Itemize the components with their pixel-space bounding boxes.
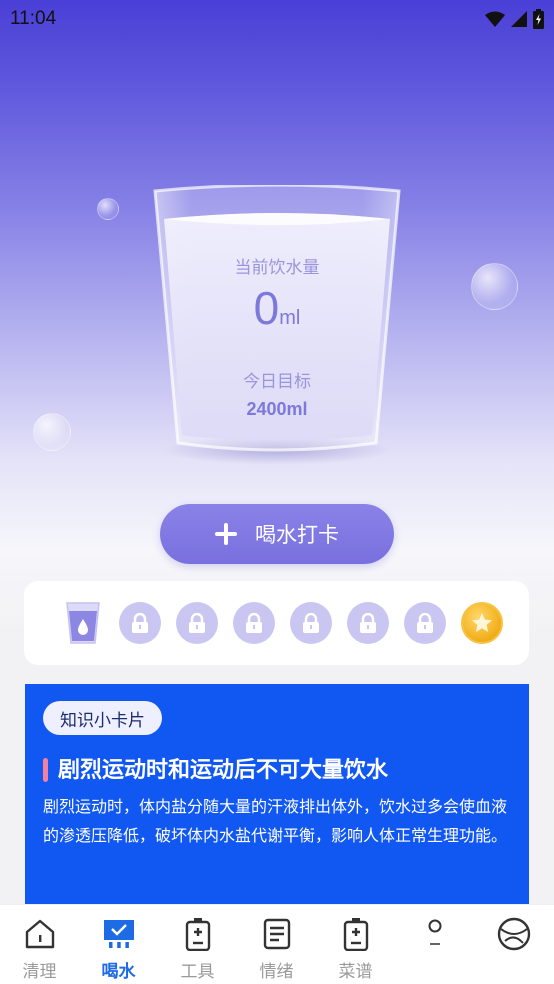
cup-icon — [62, 602, 104, 644]
status-bar: 11:04 — [0, 0, 554, 38]
nav-label: 清理 — [22, 962, 57, 982]
coin-icon — [461, 602, 503, 644]
nav-item-water[interactable]: 喝水 — [79, 905, 158, 984]
document-icon — [263, 917, 291, 951]
nav-label: 菜谱 — [338, 962, 373, 982]
battery-icon — [533, 9, 544, 29]
current-intake-value: 0ml — [150, 281, 404, 335]
home-icon — [24, 917, 56, 951]
bubble-decoration — [471, 263, 518, 310]
status-icons — [485, 9, 544, 29]
knowledge-body: 剧烈运动时，体内盐分随大量的汗液排出体外，饮水过多会使血液的渗透压降低，破坏体内… — [43, 797, 508, 845]
lock-icon — [233, 602, 275, 644]
nav-label: 喝水 — [101, 962, 136, 982]
goal-label: 今日目标 — [243, 372, 311, 392]
progress-card — [24, 581, 529, 665]
current-intake-number: 0 — [253, 282, 280, 334]
bubble-decoration — [33, 413, 71, 451]
status-time: 11:04 — [10, 8, 57, 29]
battery-recipe-icon — [343, 917, 369, 951]
knowledge-title: 剧烈运动时和运动后不可大量饮水 — [58, 758, 389, 783]
checkin-button-label: 喝水打卡 — [255, 523, 339, 547]
nav-item-tools[interactable]: 工具 — [158, 905, 237, 984]
knowledge-tag: 知识小卡片 — [43, 701, 162, 735]
lightbulb-icon — [424, 917, 446, 951]
lock-icon — [290, 602, 332, 644]
current-intake-label: 当前饮水量 — [234, 258, 320, 278]
nav-item-recipe[interactable]: 菜谱 — [316, 905, 395, 984]
knowledge-card: 知识小卡片 剧烈运动时和运动后不可大量饮水 剧烈运动时，体内盐分随大量的汗液排出… — [25, 684, 529, 906]
lock-icon — [347, 602, 389, 644]
water-glass: 当前饮水量 0ml 今日目标 2400ml — [150, 185, 404, 470]
nav-item-mood[interactable]: 情绪 — [237, 905, 316, 984]
lock-icon — [404, 602, 446, 644]
nav-label: 工具 — [180, 962, 215, 982]
nav-label: 情绪 — [259, 962, 294, 982]
bottom-nav: 清理 喝水 工具 情绪 菜谱 — [0, 904, 554, 984]
current-intake-unit: ml — [279, 307, 301, 329]
ball-icon — [497, 917, 531, 951]
water-icon — [102, 917, 136, 951]
bubble-decoration — [97, 198, 119, 220]
signal-icon — [511, 11, 527, 27]
title-accent-bar — [43, 758, 48, 782]
nav-item-clean[interactable]: 清理 — [0, 905, 79, 984]
goal-value: 2400ml — [246, 399, 308, 419]
nav-item-tips[interactable] — [395, 905, 474, 984]
wifi-icon — [485, 11, 505, 27]
plus-icon — [215, 523, 237, 545]
checkin-button[interactable]: 喝水打卡 — [160, 504, 394, 564]
nav-item-sport[interactable] — [474, 905, 553, 984]
lock-icon — [119, 602, 161, 644]
battery-tool-icon — [185, 917, 211, 951]
lock-icon — [176, 602, 218, 644]
